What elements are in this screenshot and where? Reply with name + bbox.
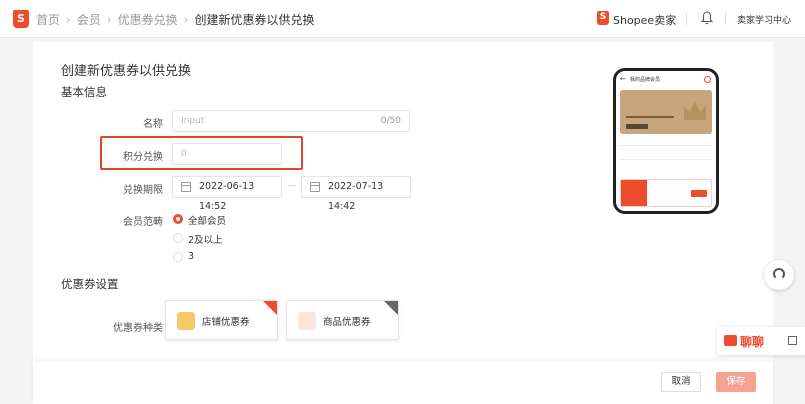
selected-corner-icon	[263, 301, 277, 315]
cancel-button[interactable]: 取消	[661, 372, 701, 392]
product-voucher-icon	[298, 312, 316, 330]
learning-center-link[interactable]: 卖家学习中心	[737, 13, 791, 26]
preview-voucher-button	[691, 190, 707, 197]
name-char-counter: 0/50	[380, 116, 401, 126]
page-title: 创建新优惠券以供兑换	[61, 64, 192, 79]
breadcrumb-separator-icon: ›	[106, 13, 112, 27]
seller-logo-icon	[597, 11, 609, 25]
chat-widget[interactable]: 聊聊	[717, 327, 805, 355]
preview-card-button	[626, 124, 648, 129]
action-bar: 取消 保存	[33, 362, 773, 404]
section-voucher-settings: 优惠券设置	[61, 277, 119, 291]
expand-icon[interactable]	[788, 336, 797, 345]
member-scope-label: 会员范畴	[123, 217, 163, 228]
radio-level-3-label[interactable]: 3	[188, 251, 194, 262]
crown-icon	[684, 102, 706, 120]
mobile-preview: ← 我的品牌会员	[613, 68, 719, 214]
shopee-logo-icon[interactable]	[13, 10, 29, 28]
breadcrumb-member[interactable]: 会员	[77, 11, 101, 28]
save-button[interactable]: 保存	[716, 372, 756, 392]
voucher-type-shop[interactable]: 店铺优惠券	[165, 300, 278, 340]
breadcrumb-current: 创建新优惠券以供兑换	[194, 13, 315, 27]
customer-service-button[interactable]	[764, 260, 794, 290]
preview-voucher	[620, 179, 712, 207]
calendar-icon	[181, 182, 191, 192]
breadcrumb-home[interactable]: 首页	[36, 11, 60, 28]
radio-level-2-up[interactable]	[173, 233, 183, 243]
voucher-type-product-label: 商品优惠券	[323, 317, 371, 328]
radio-all-members-label[interactable]: 全部会员	[188, 213, 226, 227]
breadcrumb: 首页 › 会员 › 优惠券兑换 › 创建新优惠券以供兑换	[36, 11, 315, 28]
top-bar: 首页 › 会员 › 优惠券兑换 › 创建新优惠券以供兑换 Shopee卖家 卖家学习中心	[0, 0, 805, 38]
radio-level-2-up-label[interactable]: 2及以上	[188, 232, 223, 246]
breadcrumb-separator-icon: ›	[66, 13, 71, 27]
section-basic-info: 基本信息	[61, 85, 107, 99]
start-date-picker[interactable]: 2022-06-13 14:52	[172, 176, 282, 212]
shop-voucher-icon	[177, 312, 195, 330]
points-label: 积分兑换	[123, 152, 163, 163]
points-placeholder: 0	[181, 149, 187, 159]
name-input[interactable]: Input 0/50	[172, 110, 410, 132]
preview-header: 我的品牌会员	[630, 77, 661, 83]
calendar-icon	[310, 182, 320, 192]
chat-icon	[724, 335, 737, 346]
breadcrumb-voucher-redeem[interactable]: 优惠券兑换	[118, 11, 178, 28]
points-input[interactable]: 0	[172, 143, 282, 165]
breadcrumb-separator-icon: ›	[183, 13, 189, 27]
preview-progress-bar	[626, 116, 674, 118]
name-placeholder: Input	[181, 116, 205, 126]
date-separator: —	[287, 181, 296, 191]
bell-icon[interactable]	[701, 11, 713, 25]
voucher-type-shop-label: 店铺优惠券	[202, 317, 250, 328]
chat-label: 聊聊	[740, 335, 765, 349]
preview-member-card	[620, 90, 712, 134]
form-card: 创建新优惠券以供兑换 基本信息 名称 Input 0/50 积分兑换 0 兑换期…	[33, 42, 773, 404]
divider	[725, 13, 726, 25]
end-date-value: 2022-07-13 14:42	[328, 181, 384, 212]
radio-all-members[interactable]	[173, 214, 183, 224]
radio-level-3[interactable]	[173, 252, 183, 262]
start-date-value: 2022-06-13 14:52	[199, 181, 255, 212]
headset-icon	[773, 268, 785, 280]
end-date-picker[interactable]: 2022-07-13 14:42	[301, 176, 411, 212]
seller-name[interactable]: Shopee卖家	[613, 12, 676, 28]
period-label: 兑换期限	[123, 185, 163, 196]
voucher-type-product[interactable]: 商品优惠券	[286, 300, 399, 340]
preview-voucher-badge	[621, 180, 647, 206]
name-label: 名称	[143, 119, 163, 130]
voucher-type-label: 优惠券种类	[113, 323, 163, 334]
preview-badge-icon	[704, 76, 711, 83]
unselected-corner-icon	[384, 301, 398, 315]
divider	[686, 13, 687, 25]
preview-divider	[620, 159, 712, 160]
preview-divider	[620, 145, 712, 146]
